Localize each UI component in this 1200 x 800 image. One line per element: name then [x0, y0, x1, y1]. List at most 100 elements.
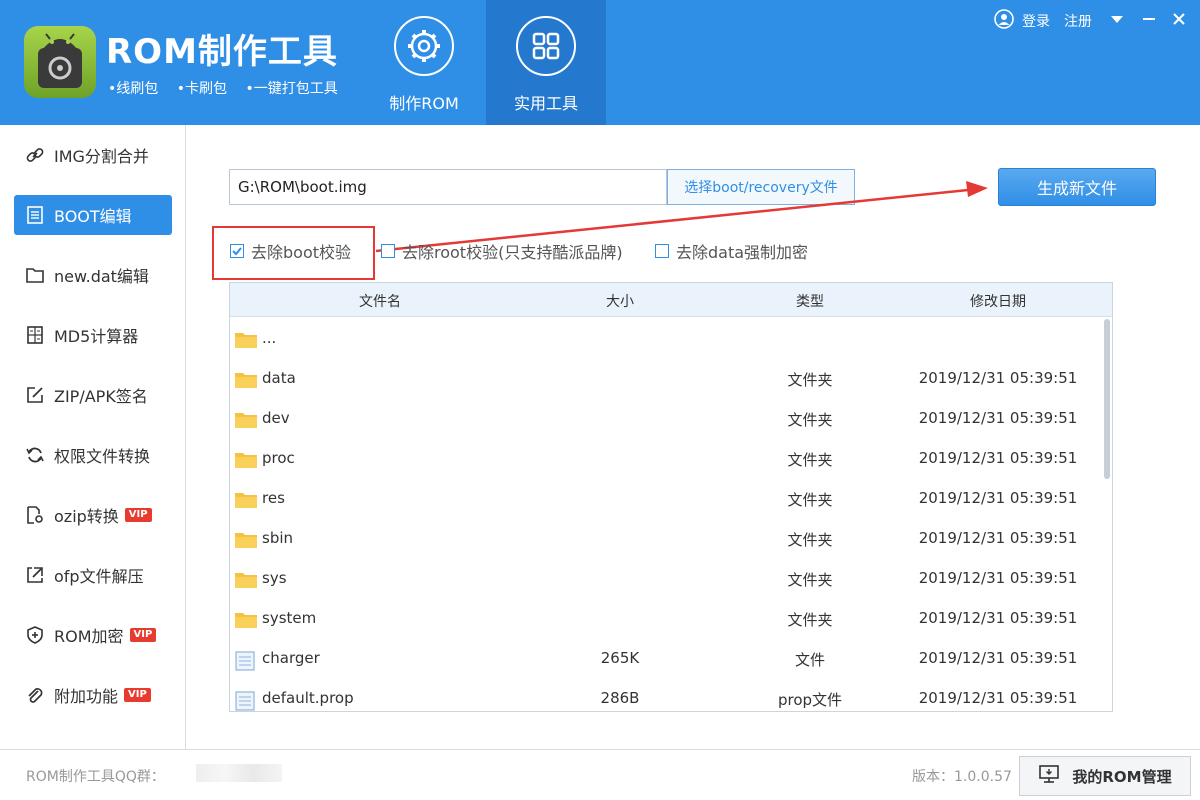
- dropdown-icon[interactable]: [1110, 13, 1124, 29]
- sidebar-item-label: IMG分割合并: [54, 147, 149, 166]
- table-row[interactable]: data 文件夹 2019/12/31 05:39:51: [230, 359, 1100, 399]
- file-icon: [234, 691, 256, 711]
- sidebar-item-md5[interactable]: MD5计算器: [14, 315, 172, 355]
- sidebar-item-label: 附加功能: [54, 687, 119, 706]
- column-header-name[interactable]: 文件名: [230, 291, 530, 311]
- paperclip-icon: [24, 684, 46, 706]
- cell-name: sbin: [262, 529, 294, 547]
- table-row[interactable]: sbin 文件夹 2019/12/31 05:39:51: [230, 519, 1100, 559]
- tab-utility-tools[interactable]: 实用工具: [486, 0, 606, 125]
- sidebar-item-ofp-extract[interactable]: ofp文件解压: [14, 555, 172, 595]
- folder-icon: [234, 371, 258, 393]
- table-row[interactable]: dev 文件夹 2019/12/31 05:39:51: [230, 399, 1100, 439]
- table-row[interactable]: ...: [230, 319, 1100, 359]
- table-row[interactable]: default.prop 286B prop文件 2019/12/31 05:39:5…: [230, 679, 1100, 711]
- cell-name: res: [262, 489, 285, 507]
- qq-group-label: ROM制作工具QQ群：: [26, 769, 165, 785]
- register-link[interactable]: 注册: [1064, 11, 1092, 31]
- cell-name: data: [262, 369, 296, 387]
- folder-icon: [234, 411, 258, 433]
- monitor-icon: [1038, 764, 1060, 788]
- sidebar-item-addons[interactable]: 附加功能 VIP: [14, 675, 172, 715]
- cell-date: 2019/12/31 05:39:51: [918, 409, 1078, 427]
- table-row[interactable]: res 文件夹 2019/12/31 05:39:51: [230, 479, 1100, 519]
- sidebar-item-label: ofp文件解压: [54, 567, 144, 586]
- sidebar-item-img-split[interactable]: IMG分割合并: [14, 135, 172, 175]
- grid-icon: [516, 16, 576, 76]
- table-row[interactable]: system 文件夹 2019/12/31 05:39:51: [230, 599, 1100, 639]
- column-header-size[interactable]: 大小: [550, 291, 690, 311]
- column-header-date[interactable]: 修改日期: [898, 291, 1098, 311]
- tab-make-rom[interactable]: 制作ROM: [364, 0, 484, 125]
- generate-new-file-button[interactable]: 生成新文件: [998, 168, 1156, 206]
- sidebar-item-label: new.dat编辑: [54, 267, 149, 286]
- cell-type: 文件夹: [787, 531, 833, 549]
- cell-name: system: [262, 609, 317, 627]
- remove-boot-check-option[interactable]: 去除boot校验: [230, 240, 351, 262]
- version-label: 版本：1.0.0.57: [912, 769, 1012, 785]
- minimize-icon[interactable]: [1142, 12, 1156, 30]
- vertical-scrollbar[interactable]: [1104, 319, 1110, 479]
- folder-icon: [234, 491, 258, 513]
- edit-icon: [24, 384, 46, 406]
- cell-type: 文件夹: [787, 411, 833, 429]
- sidebar-item-permission-convert[interactable]: 权限文件转换: [14, 435, 172, 475]
- cell-date: 2019/12/31 05:39:51: [918, 689, 1078, 707]
- sidebar-item-label: BOOT编辑: [54, 207, 132, 226]
- sidebar-item-zip-apk-sign[interactable]: ZIP/APK签名: [14, 375, 172, 415]
- sidebar-item-newdat-edit[interactable]: new.dat编辑: [14, 255, 172, 295]
- cell-name: proc: [262, 449, 295, 467]
- cell-type: 文件夹: [787, 491, 833, 509]
- link-icon: [24, 144, 46, 166]
- cell-type: 文件夹: [787, 451, 833, 469]
- cell-type: 文件夹: [787, 571, 833, 589]
- cell-name: sys: [262, 569, 287, 587]
- tag-one-click: •一键打包工具: [245, 81, 338, 97]
- cell-name: ...: [262, 329, 277, 347]
- my-rom-manage-button[interactable]: 我的ROM管理: [1019, 756, 1191, 796]
- folder-icon: [234, 611, 258, 633]
- sidebar-item-ozip-convert[interactable]: ozip转换 VIP: [14, 495, 172, 535]
- choose-boot-recovery-button[interactable]: 选择boot/recovery文件: [667, 169, 855, 205]
- table-row[interactable]: charger 265K 文件 2019/12/31 05:39:51: [230, 639, 1100, 679]
- shield-icon: [24, 624, 46, 646]
- table-row[interactable]: sys 文件夹 2019/12/31 05:39:51: [230, 559, 1100, 599]
- calculator-icon: [24, 324, 46, 346]
- tab-make-rom-label: 制作ROM: [389, 94, 459, 113]
- checkbox-unchecked[interactable]: [381, 244, 395, 258]
- remove-root-check-option[interactable]: 去除root校验(只支持酷派品牌): [381, 240, 623, 262]
- folder-icon: [234, 571, 258, 593]
- tab-utility-tools-label: 实用工具: [513, 94, 578, 113]
- checkbox-unchecked[interactable]: [655, 244, 669, 258]
- cell-size: 265K: [600, 649, 640, 667]
- app-title: ROM制作工具: [106, 32, 338, 72]
- app-tagline: •线刷包 •卡刷包 •一键打包工具: [108, 78, 352, 98]
- cell-date: 2019/12/31 05:39:51: [918, 649, 1078, 667]
- cell-type: 文件夹: [787, 611, 833, 629]
- sidebar-item-label: ROM加密: [54, 627, 124, 646]
- sidebar-item-boot-edit[interactable]: BOOT编辑: [14, 195, 172, 235]
- vip-badge: VIP: [129, 628, 157, 642]
- option-label: 去除data强制加密: [676, 243, 809, 262]
- sidebar: IMG分割合并 BOOT编辑 new.dat编辑 MD5计算器 ZIP/APK签…: [0, 125, 186, 749]
- app-header: ROM制作工具 •线刷包 •卡刷包 •一键打包工具 制作ROM 实用工具 登录 …: [0, 0, 1200, 125]
- checkbox-checked[interactable]: [230, 244, 244, 258]
- vip-badge: VIP: [124, 508, 152, 522]
- user-icon[interactable]: [994, 9, 1014, 33]
- boot-path-input[interactable]: [229, 169, 667, 205]
- sidebar-item-label: MD5计算器: [54, 327, 139, 346]
- top-right-controls: 登录 注册: [986, 9, 1186, 33]
- cell-name: dev: [262, 409, 290, 427]
- folder-icon: [234, 331, 258, 353]
- column-header-type[interactable]: 类型: [740, 291, 880, 311]
- cell-date: 2019/12/31 05:39:51: [918, 489, 1078, 507]
- login-link[interactable]: 登录: [1022, 11, 1050, 31]
- remove-data-encrypt-option[interactable]: 去除data强制加密: [655, 240, 808, 262]
- sidebar-item-rom-encrypt[interactable]: ROM加密 VIP: [14, 615, 172, 655]
- sidebar-item-label: ozip转换: [54, 507, 119, 526]
- my-rom-manage-label: 我的ROM管理: [1072, 767, 1172, 786]
- cell-name: charger: [262, 649, 320, 667]
- file-icon: [234, 651, 256, 675]
- close-icon[interactable]: [1172, 12, 1186, 30]
- table-row[interactable]: proc 文件夹 2019/12/31 05:39:51: [230, 439, 1100, 479]
